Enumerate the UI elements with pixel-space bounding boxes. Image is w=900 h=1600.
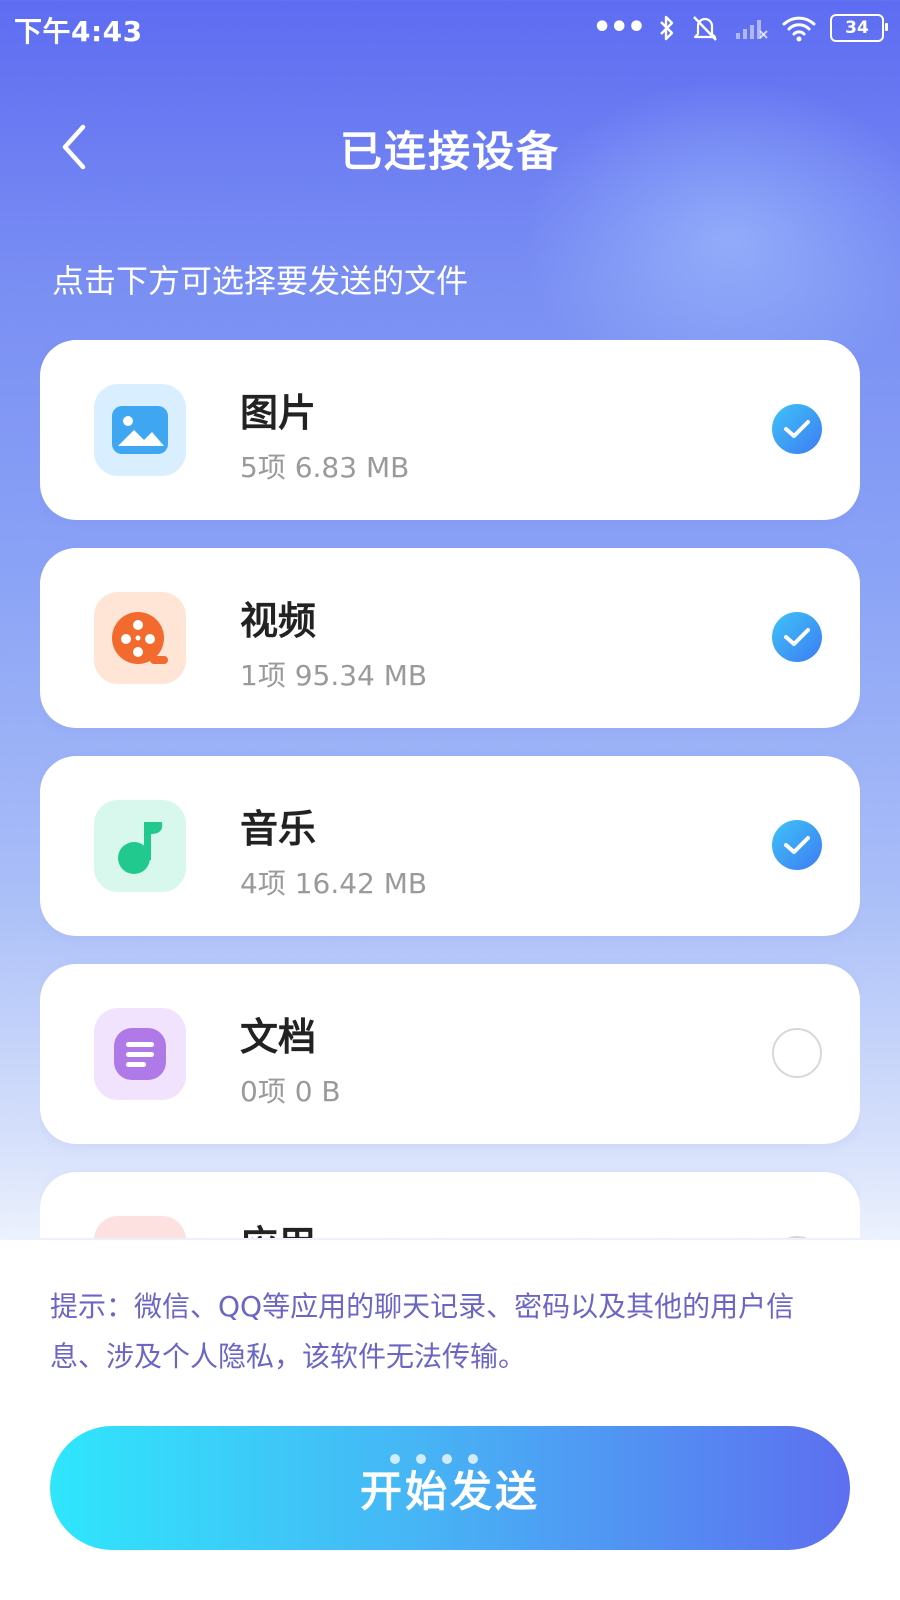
category-meta: 1项 95.34 MB [240,659,428,692]
status-time: 下午4:43 [14,15,143,48]
category-card-music[interactable]: 音乐 4项 16.42 MB [40,756,860,936]
battery-icon: 34 [830,14,888,42]
category-card-images[interactable]: 图片 5项 6.83 MB [40,340,860,520]
category-name: 文档 [240,1015,317,1059]
app-icon [110,1232,170,1238]
loading-dots [390,1454,478,1464]
video-reel-icon [112,612,168,664]
category-meta: 4项 16.42 MB [240,867,428,900]
category-name: 音乐 [240,807,317,851]
image-icon-tile [94,384,186,476]
category-meta: 0项 0 B [240,1075,341,1108]
signal-icon [736,20,768,39]
category-card-apps[interactable]: 应用 [40,1172,860,1238]
music-note-icon [118,822,163,874]
status-icons: ••• 34 [592,10,888,45]
mute-icon [693,16,717,41]
start-send-label: 开始发送 [359,1466,540,1516]
video-icon-tile [94,592,186,684]
checkmark-icon [784,628,810,646]
select-checkbox-checked[interactable] [772,404,822,454]
category-meta: 5项 6.83 MB [240,451,410,484]
select-checkbox-checked[interactable] [772,612,822,662]
dot [442,1454,452,1464]
select-checkbox-checked[interactable] [772,820,822,870]
music-icon-tile [94,800,186,892]
category-name: 应用 [240,1214,316,1238]
category-name: 图片 [240,391,317,435]
checkmark-icon [784,420,810,438]
dot [468,1454,478,1464]
category-card-videos[interactable]: 视频 1项 95.34 MB [40,548,860,728]
privacy-tip: 提示：微信、QQ等应用的聊天记录、密码以及其他的用户信息、涉及个人隐私，该软件无… [50,1290,795,1373]
category-name: 视频 [240,599,317,643]
dot [416,1454,426,1464]
battery-level: 34 [845,18,869,38]
status-bar: 下午4:43 ••• 34 [0,0,900,56]
bluetooth-icon [660,15,674,41]
document-icon [114,1028,166,1080]
wifi-icon [782,16,816,42]
select-checkbox-unchecked[interactable] [772,1236,822,1238]
select-checkbox-unchecked[interactable] [772,1028,822,1078]
more-dots-icon: ••• [592,10,646,45]
instruction-text: 点击下方可选择要发送的文件 [52,262,469,300]
dot [390,1454,400,1464]
document-icon-tile [94,1008,186,1100]
category-list: 图片 5项 6.83 MB 视频 1项 95.34 MB 音乐 4项 16.42… [40,340,860,1238]
page-title: 已连接设备 [339,127,560,176]
app-icon-tile [94,1216,186,1238]
category-card-documents[interactable]: 文档 0项 0 B [40,964,860,1144]
start-send-button[interactable]: 开始发送 [50,1426,850,1550]
checkmark-icon [784,836,810,854]
image-icon [112,406,168,454]
